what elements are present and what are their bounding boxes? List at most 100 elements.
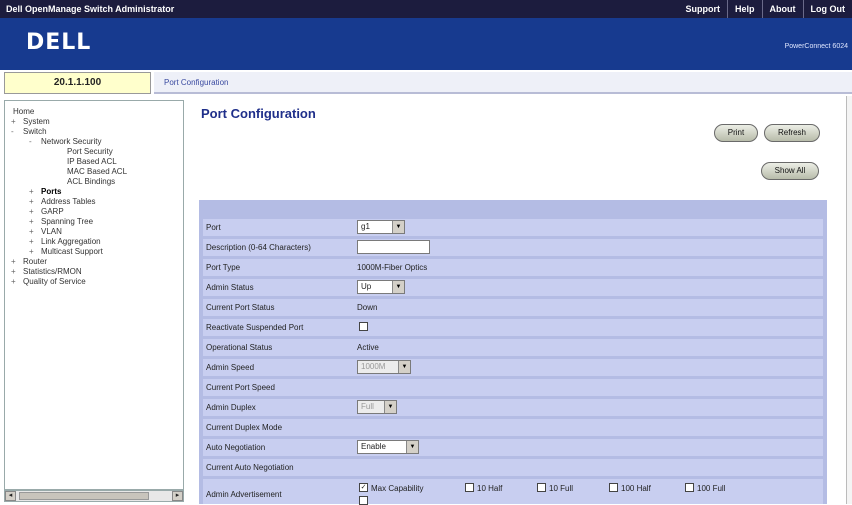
- print-button[interactable]: Print: [714, 124, 758, 142]
- tree-node-label[interactable]: VLAN: [41, 227, 62, 237]
- expand-icon[interactable]: +: [11, 267, 16, 277]
- tree-node-label[interactable]: Switch: [23, 127, 47, 137]
- expand-icon[interactable]: +: [11, 277, 16, 287]
- collapse-icon[interactable]: -: [29, 137, 32, 147]
- tree-node-label[interactable]: Port Security: [67, 147, 113, 157]
- port-type-value: 1000M-Fiber Optics: [357, 263, 427, 272]
- row-admin-speed: Admin Speed 1000M ▼: [203, 359, 823, 376]
- max-capability-checkbox[interactable]: ✓: [359, 483, 368, 492]
- chevron-down-icon[interactable]: ▼: [392, 221, 404, 233]
- content-vertical-scrollbar[interactable]: [846, 96, 852, 504]
- expand-icon[interactable]: +: [29, 237, 34, 247]
- auto-negotiation-select[interactable]: Enable ▼: [357, 440, 419, 454]
- log-out-link[interactable]: Log Out: [803, 0, 852, 18]
- admin-speed-select[interactable]: 1000M ▼: [357, 360, 411, 374]
- max-capability-label: Max Capability: [371, 484, 423, 493]
- expand-icon[interactable]: +: [11, 257, 16, 267]
- description-input[interactable]: [357, 240, 430, 254]
- tree-node-spanning-tree[interactable]: + Spanning Tree: [5, 217, 183, 227]
- tree-node-label[interactable]: GARP: [41, 207, 64, 217]
- breadcrumb: Port Configuration: [154, 72, 852, 94]
- tree-node-label[interactable]: Multicast Support: [41, 247, 103, 257]
- dell-logo: DELL: [26, 30, 91, 55]
- auto-negotiation-value: Enable: [361, 442, 386, 451]
- expand-icon[interactable]: +: [29, 227, 34, 237]
- show-all-button[interactable]: Show All: [761, 162, 819, 180]
- top-bar: Dell OpenManage Switch Administrator Sup…: [0, 0, 852, 18]
- reactivate-checkbox[interactable]: [359, 322, 368, 331]
- tree-node-label[interactable]: Address Tables: [41, 197, 96, 207]
- 100-half-checkbox[interactable]: [609, 483, 618, 492]
- help-link[interactable]: Help: [727, 0, 762, 18]
- tree-node-label[interactable]: Spanning Tree: [41, 217, 93, 227]
- row-current-port-status: Current Port Status Down: [203, 299, 823, 316]
- tree-node-router[interactable]: + Router: [5, 257, 183, 267]
- top-nav: Support Help About Log Out: [678, 0, 852, 18]
- 10-full-checkbox[interactable]: [537, 483, 546, 492]
- tree-node-home[interactable]: Home: [5, 107, 183, 117]
- scroll-left-icon[interactable]: ◂: [5, 491, 16, 501]
- 10-full-label: 10 Full: [549, 484, 573, 493]
- collapse-icon[interactable]: -: [11, 127, 14, 137]
- tree-node-port-security[interactable]: Port Security: [5, 147, 183, 157]
- app-title: Dell OpenManage Switch Administrator: [6, 4, 174, 14]
- row-current-port-speed: Current Port Speed: [203, 379, 823, 396]
- tree-node-address-tables[interactable]: + Address Tables: [5, 197, 183, 207]
- about-link[interactable]: About: [762, 0, 803, 18]
- port-select[interactable]: g1 ▼: [357, 220, 405, 234]
- chevron-down-icon[interactable]: ▼: [384, 401, 396, 413]
- admin-duplex-select[interactable]: Full ▼: [357, 400, 397, 414]
- expand-icon[interactable]: +: [11, 117, 16, 127]
- tree-node-vlan[interactable]: + VLAN: [5, 227, 183, 237]
- tree-node-label[interactable]: Home: [13, 107, 34, 117]
- support-link[interactable]: Support: [678, 0, 727, 18]
- tree-node-label[interactable]: Ports: [41, 187, 61, 197]
- tree-node-system[interactable]: + System: [5, 117, 183, 127]
- tree-node-link-aggregation[interactable]: + Link Aggregation: [5, 237, 183, 247]
- admin-status-select[interactable]: Up ▼: [357, 280, 405, 294]
- 100-full-checkbox[interactable]: [685, 483, 694, 492]
- tree-node-label[interactable]: Router: [23, 257, 47, 267]
- expand-icon[interactable]: +: [29, 207, 34, 217]
- expand-icon[interactable]: +: [29, 247, 34, 257]
- nav-horizontal-scrollbar[interactable]: ◂ ▸: [4, 490, 184, 502]
- tree-node-ports[interactable]: + Ports: [5, 187, 183, 197]
- tree-node-mac-based-acl[interactable]: MAC Based ACL: [5, 167, 183, 177]
- expand-icon[interactable]: +: [29, 187, 34, 197]
- admin-speed-label: Admin Speed: [206, 363, 254, 372]
- admin-advertisement-label: Admin Advertisement: [206, 490, 282, 499]
- tree-node-label[interactable]: Statistics/RMON: [23, 267, 82, 277]
- tree-node-label[interactable]: Quality of Service: [23, 277, 86, 287]
- tree-node-label[interactable]: System: [23, 117, 50, 127]
- tree-node-garp[interactable]: + GARP: [5, 207, 183, 217]
- port-select-value: g1: [361, 222, 370, 231]
- tree-node-label[interactable]: IP Based ACL: [67, 157, 117, 167]
- chevron-down-icon[interactable]: ▼: [398, 361, 410, 373]
- tree-node-multicast-support[interactable]: + Multicast Support: [5, 247, 183, 257]
- tree-node-switch[interactable]: -Switch: [5, 127, 183, 137]
- tree-node-label[interactable]: ACL Bindings: [67, 177, 115, 187]
- tree-node-statistics-rmon[interactable]: + Statistics/RMON: [5, 267, 183, 277]
- tree-node-network-security[interactable]: -Network Security: [5, 137, 183, 147]
- 10-half-label: 10 Half: [477, 484, 502, 493]
- scroll-right-icon[interactable]: ▸: [172, 491, 183, 501]
- chevron-down-icon[interactable]: ▼: [392, 281, 404, 293]
- 100-half-label: 100 Half: [621, 484, 651, 493]
- 10-half-checkbox[interactable]: [465, 483, 474, 492]
- admin-status-label: Admin Status: [206, 283, 254, 292]
- tree-node-quality-of-service[interactable]: + Quality of Service: [5, 277, 183, 287]
- breadcrumb-current[interactable]: Port Configuration: [164, 78, 228, 87]
- expand-icon[interactable]: +: [29, 197, 34, 207]
- chevron-down-icon[interactable]: ▼: [406, 441, 418, 453]
- tree-node-label[interactable]: MAC Based ACL: [67, 167, 127, 177]
- current-duplex-mode-label: Current Duplex Mode: [206, 423, 282, 432]
- row-current-duplex-mode: Current Duplex Mode: [203, 419, 823, 436]
- expand-icon[interactable]: +: [29, 217, 34, 227]
- port-label: Port: [206, 223, 221, 232]
- tree-node-label[interactable]: Network Security: [41, 137, 101, 147]
- tree-node-ip-based-acl[interactable]: IP Based ACL: [5, 157, 183, 167]
- tree-node-label[interactable]: Link Aggregation: [41, 237, 101, 247]
- scroll-thumb[interactable]: [19, 492, 149, 500]
- refresh-button[interactable]: Refresh: [764, 124, 820, 142]
- tree-node-acl-bindings[interactable]: ACL Bindings: [5, 177, 183, 187]
